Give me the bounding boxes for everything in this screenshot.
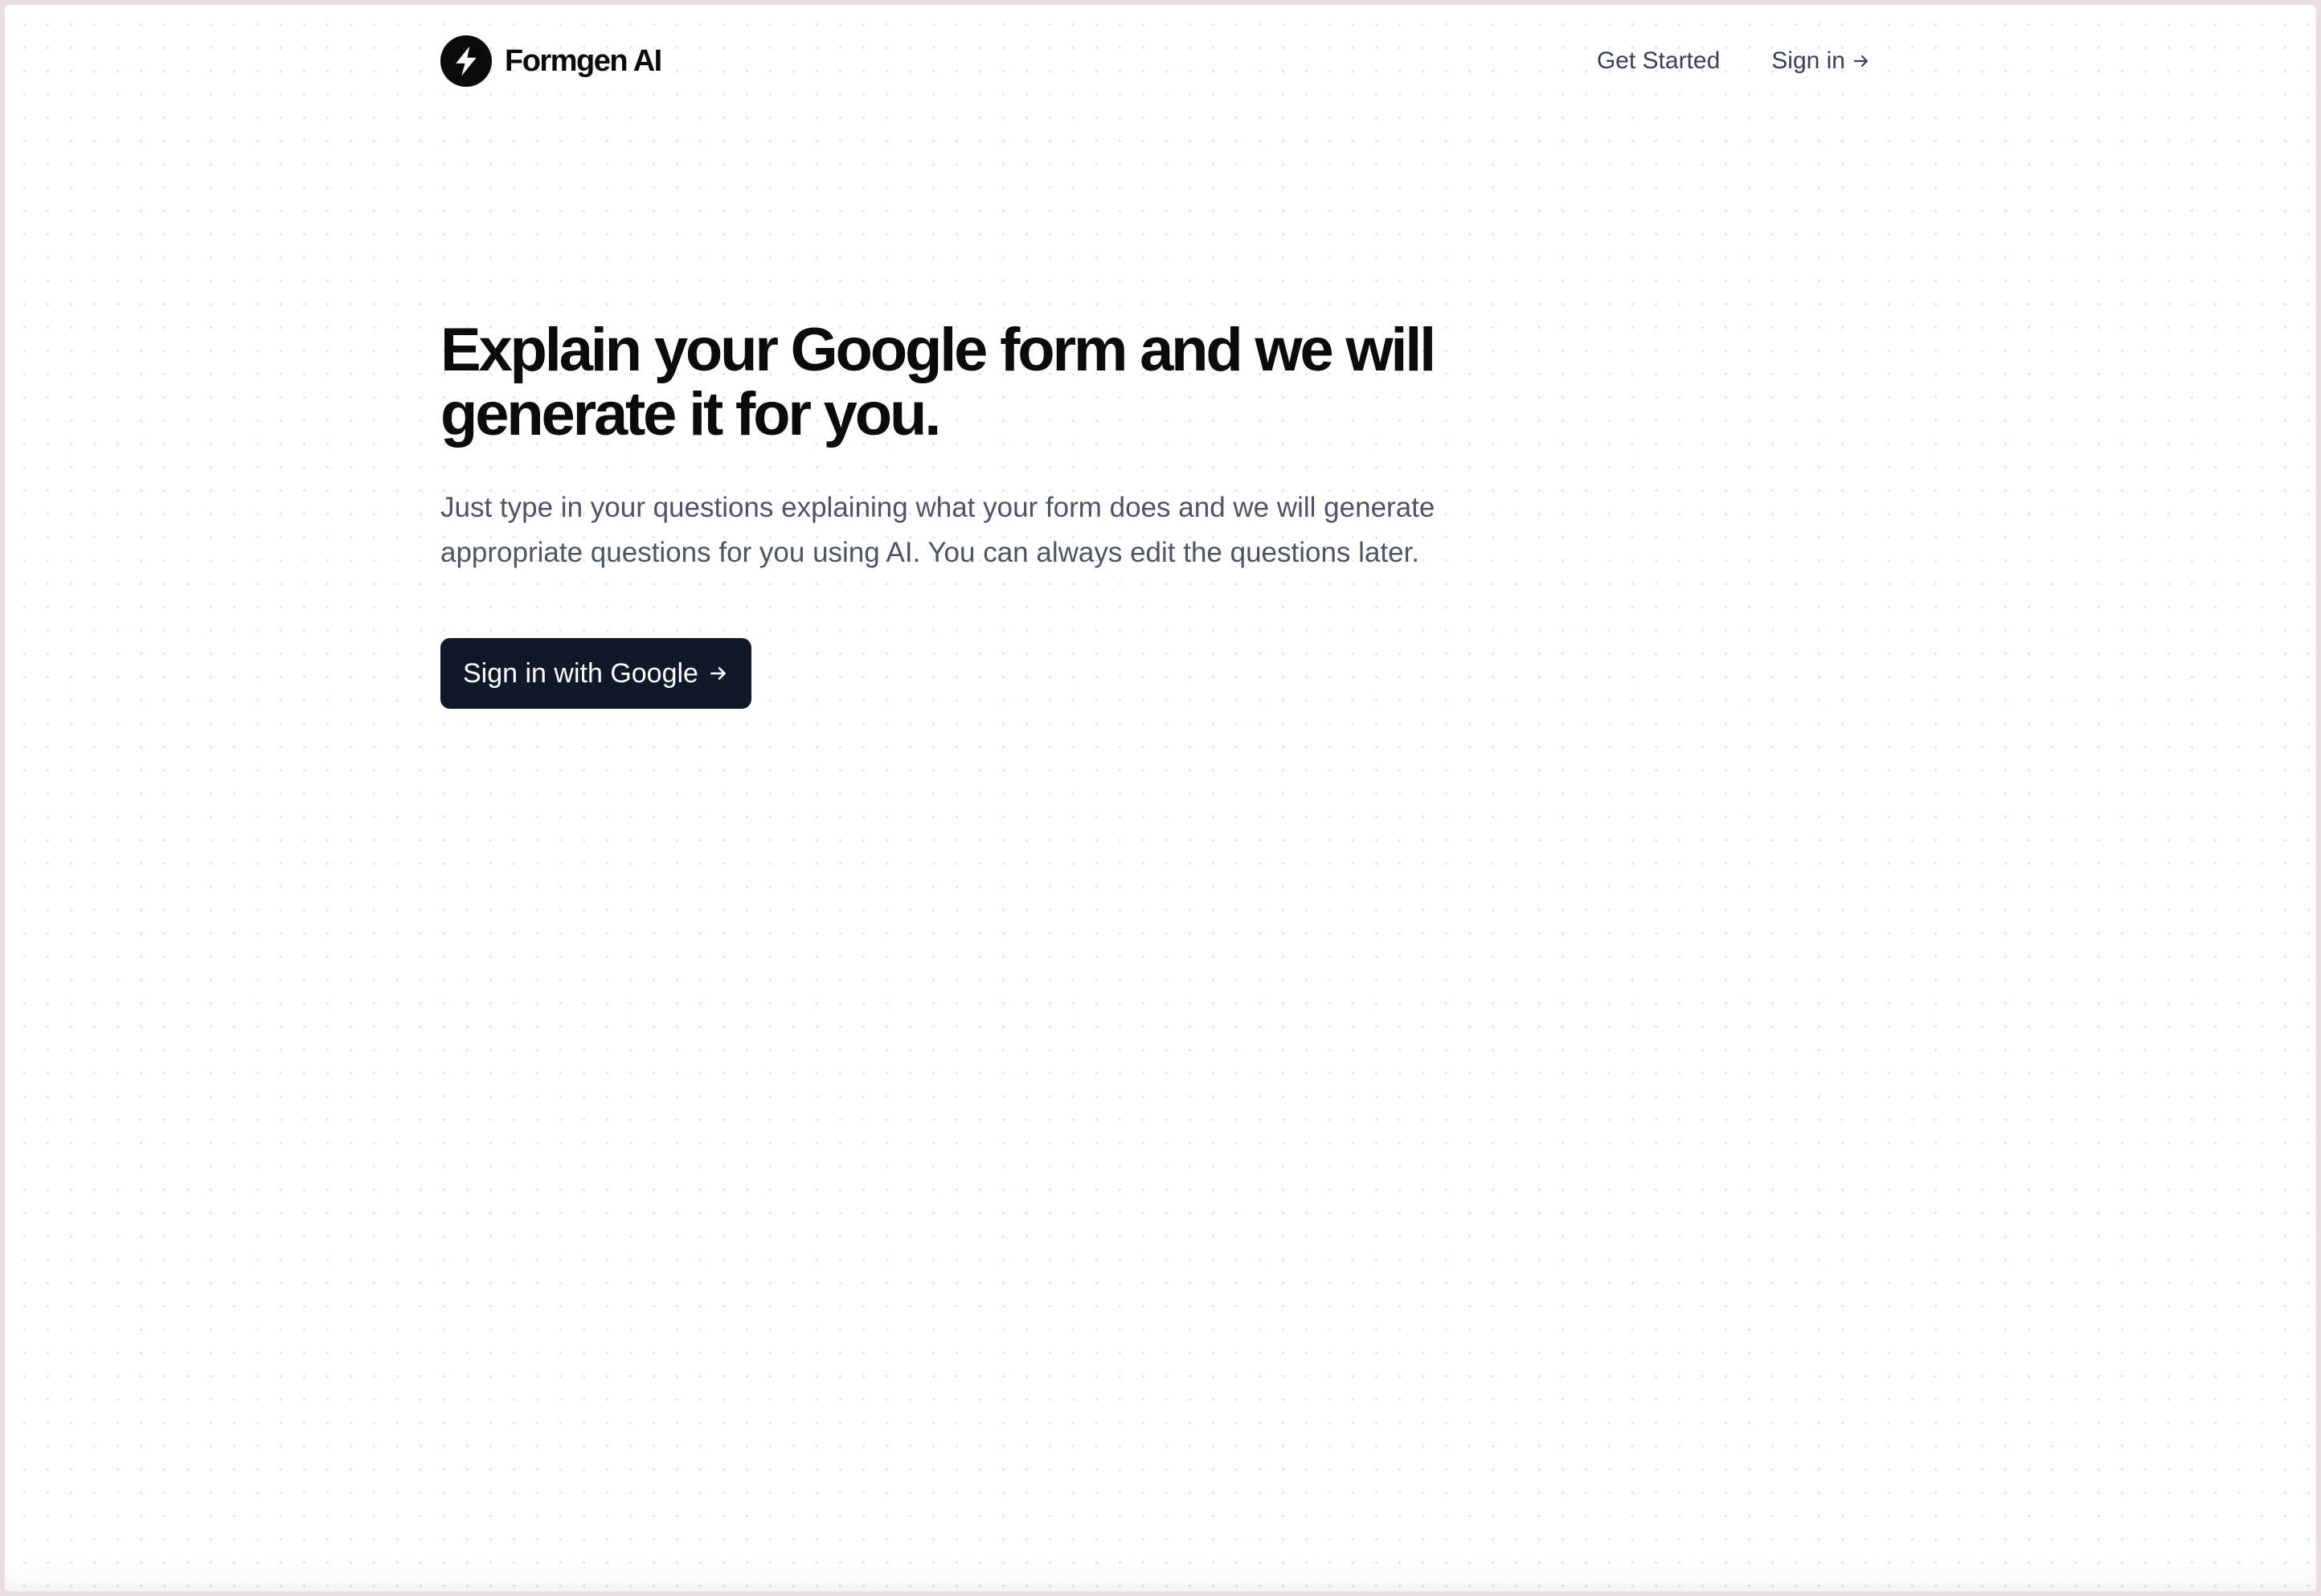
sign-in-link[interactable]: Sign in	[1771, 47, 1871, 75]
hero-headline-line-2: generate it for you.	[440, 380, 941, 448]
brand-name: Formgen AI	[505, 43, 662, 78]
lightning-bolt-icon	[440, 35, 492, 87]
sign-in-with-google-button[interactable]: Sign in with Google	[440, 638, 751, 709]
top-navbar: Formgen AI Get Started Sign in	[440, 29, 1871, 93]
hero-section: Explain your Google form and we will gen…	[440, 318, 1566, 709]
hero-description-line-1: Just type in your questions explaining w…	[440, 492, 1435, 523]
arrow-right-icon	[708, 663, 729, 684]
get-started-label: Get Started	[1596, 47, 1721, 74]
hero-headline: Explain your Google form and we will gen…	[440, 318, 1566, 447]
hero-headline-line-1: Explain your Google form and we will	[440, 316, 1436, 384]
sign-in-with-google-label: Sign in with Google	[463, 657, 698, 689]
lightning-bolt-glyph	[456, 46, 477, 76]
hero-description: Just type in your questions explaining w…	[440, 485, 1533, 575]
hero-description-line-2: appropriate questions for you using AI. …	[440, 537, 1420, 568]
sign-in-label: Sign in	[1771, 47, 1845, 74]
get-started-link[interactable]: Get Started	[1597, 47, 1720, 75]
browser-window: Formgen AI Get Started Sign in Explain y…	[5, 5, 2316, 1591]
brand-logo-link[interactable]: Formgen AI	[440, 35, 662, 87]
arrow-right-icon	[1852, 51, 1871, 71]
header-nav: Get Started Sign in	[1597, 47, 1871, 75]
page-container: Formgen AI Get Started Sign in Explain y…	[440, 5, 1871, 1591]
